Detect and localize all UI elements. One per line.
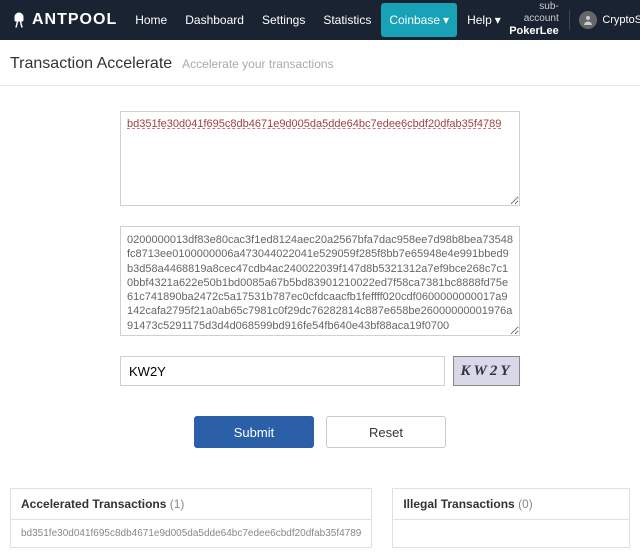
- captcha-image[interactable]: KW2Y: [453, 356, 520, 386]
- illegal-panel-header: Illegal Transactions (0): [393, 489, 629, 520]
- logo-text: ANTPOOL: [32, 11, 117, 29]
- illegal-panel: Illegal Transactions (0): [392, 488, 630, 548]
- accelerated-panel-header: Accelerated Transactions (1): [11, 489, 371, 520]
- nav-coinbase[interactable]: Coinbase ▾: [381, 3, 457, 37]
- main-content: KW2Y Submit Reset: [0, 86, 640, 478]
- logo-icon: [10, 11, 28, 29]
- divider: [569, 10, 570, 30]
- txid-input[interactable]: [120, 111, 520, 206]
- nav-dashboard[interactable]: Dashboard: [177, 3, 252, 37]
- illegal-panel-body: [393, 520, 629, 540]
- chevron-down-icon: ▾: [553, 38, 559, 50]
- page-subtitle: Accelerate your transactions: [182, 57, 333, 71]
- avatar-icon: [579, 11, 597, 29]
- button-row: Submit Reset: [120, 416, 520, 448]
- user-menu[interactable]: CryptoSteemz: [579, 11, 640, 29]
- accelerate-form: KW2Y Submit Reset: [120, 111, 520, 448]
- logo[interactable]: ANTPOOL: [10, 11, 117, 29]
- header-right: current sub-account PokerLee ▾ CryptoSte…: [509, 0, 640, 51]
- submit-button[interactable]: Submit: [194, 416, 314, 448]
- nav-statistics[interactable]: Statistics: [315, 3, 379, 37]
- sub-account-name: PokerLee: [509, 25, 559, 37]
- chevron-down-icon: ▾: [495, 13, 501, 27]
- sub-account-label: current sub-account: [509, 0, 559, 25]
- reset-button[interactable]: Reset: [326, 416, 446, 448]
- captcha-input[interactable]: [120, 356, 445, 386]
- nav-help[interactable]: Help ▾: [459, 3, 509, 37]
- tx-row: bd351fe30d041f695c8db4671e9d005da5dde64b…: [21, 528, 361, 539]
- chevron-down-icon: ▾: [443, 13, 449, 27]
- nav-home[interactable]: Home: [127, 3, 175, 37]
- raw-tx-input[interactable]: [120, 226, 520, 336]
- username: CryptoSteemz: [602, 14, 640, 26]
- tx-panels: Accelerated Transactions (1) bd351fe30d0…: [0, 478, 640, 558]
- page-title: Transaction Accelerate: [10, 55, 172, 73]
- accelerated-panel-body: bd351fe30d041f695c8db4671e9d005da5dde64b…: [11, 520, 371, 547]
- header: ANTPOOL Home Dashboard Settings Statisti…: [0, 0, 640, 40]
- main-nav: Home Dashboard Settings Statistics Coinb…: [127, 3, 509, 37]
- accelerated-panel: Accelerated Transactions (1) bd351fe30d0…: [10, 488, 372, 548]
- nav-settings[interactable]: Settings: [254, 3, 313, 37]
- captcha-row: KW2Y: [120, 356, 520, 386]
- sub-account-selector[interactable]: current sub-account PokerLee ▾: [509, 0, 559, 51]
